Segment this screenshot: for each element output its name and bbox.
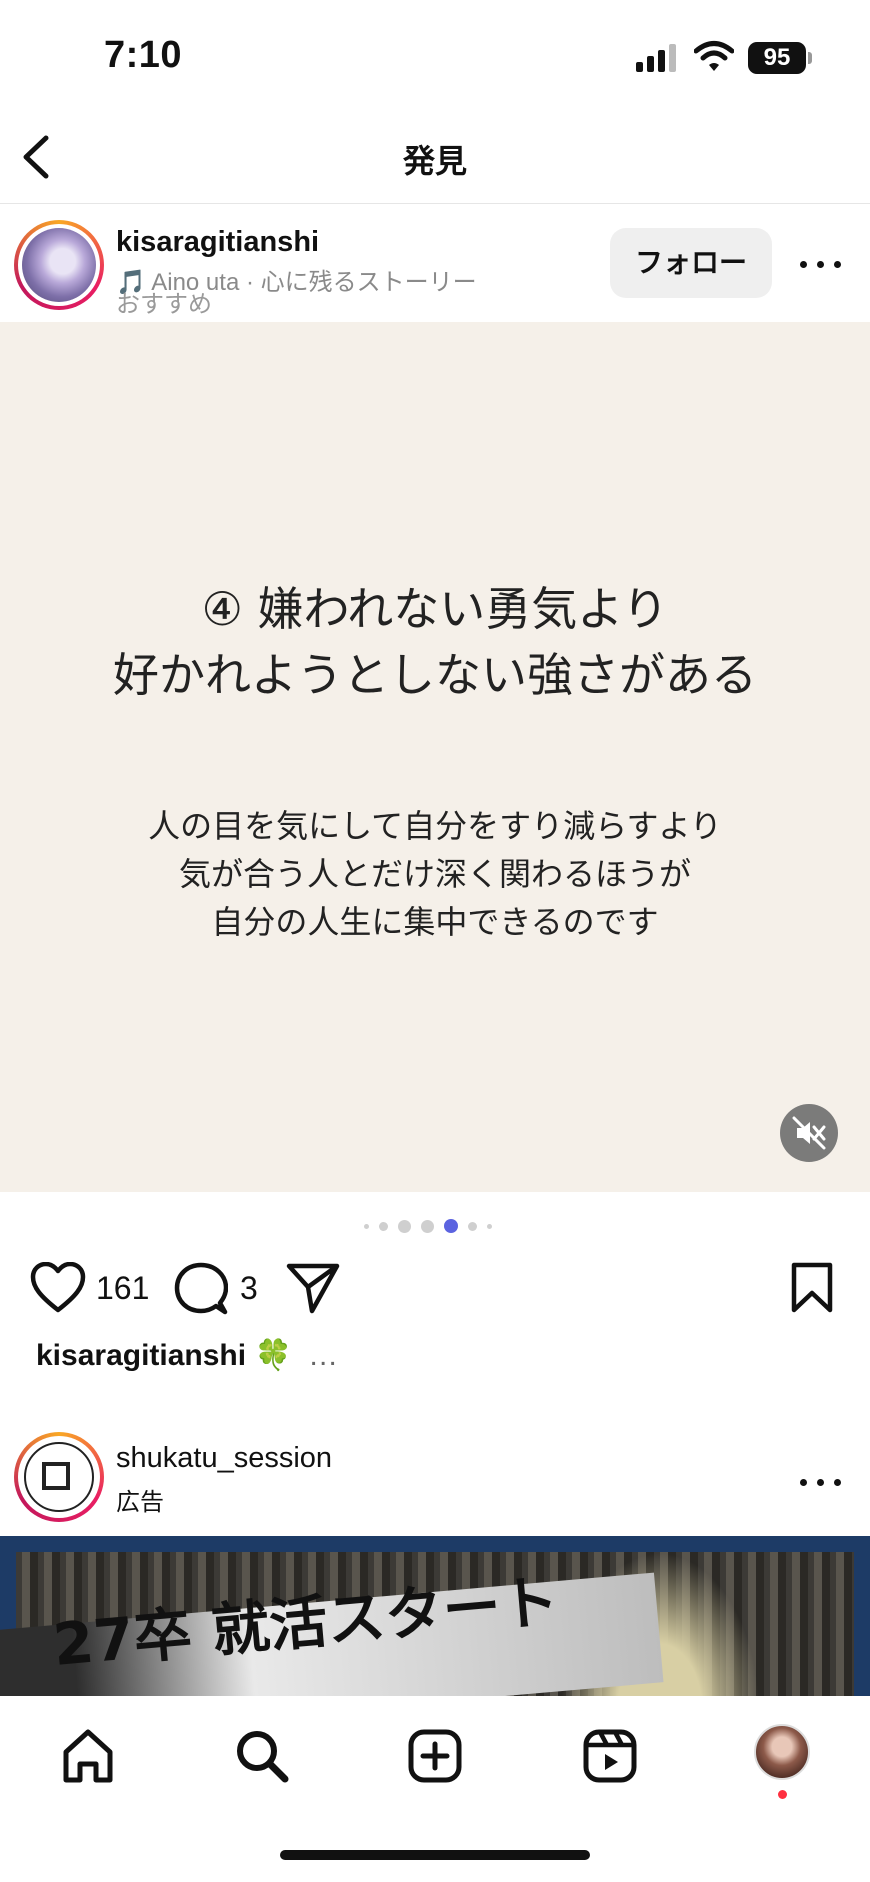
- carousel-dot: [421, 1219, 434, 1233]
- post-subtitle: おすすめ: [116, 291, 212, 318]
- ad-avatar[interactable]: [14, 1432, 104, 1522]
- post-header: kisaragitianshi 🎵 Aino uta · 心に残るストーリー お…: [0, 204, 870, 322]
- follow-button[interactable]: フォロー: [610, 228, 772, 298]
- carousel-dot: [487, 1223, 492, 1229]
- carousel-dot: [398, 1219, 411, 1233]
- battery-level: 95: [748, 42, 806, 74]
- home-indicator: [280, 1850, 590, 1860]
- search-icon[interactable]: [232, 1726, 292, 1786]
- headline-line: ④ 嫌われない勇気より: [201, 582, 669, 636]
- post-actions: 161 3: [0, 1254, 870, 1324]
- caption-username[interactable]: kisaragitianshi: [36, 1339, 246, 1372]
- ad-media[interactable]: 27卒 就活スタート: [0, 1536, 870, 1696]
- ad-post-header: shukatu_session 広告: [0, 1428, 870, 1536]
- wifi-icon: [694, 41, 734, 71]
- post-media-slide[interactable]: ④ 嫌われない勇気より 好かれようとしない強さがある 人の目を気にして自分をすり…: [0, 322, 870, 1192]
- heart-icon[interactable]: [30, 1262, 86, 1314]
- slide-headline: ④ 嫌われない勇気より 好かれようとしない強さがある: [0, 576, 870, 708]
- post-username[interactable]: kisaragitianshi: [116, 226, 319, 259]
- user-avatar[interactable]: [14, 220, 104, 310]
- carousel-indicator: [360, 1218, 510, 1234]
- reels-icon[interactable]: [580, 1726, 640, 1786]
- comment-count[interactable]: 3: [240, 1270, 258, 1307]
- caption-more[interactable]: …: [308, 1339, 338, 1372]
- like-count[interactable]: 161: [96, 1270, 149, 1307]
- slide-body: 人の目を気にして自分をすり減らすより 気が合う人とだけ深く関わるほうが 自分の人…: [0, 802, 870, 946]
- post-caption[interactable]: kisaragitianshi 🍀 …: [36, 1338, 338, 1373]
- carousel-dot: [379, 1221, 388, 1231]
- avatar-image: [22, 228, 96, 302]
- body-line: 気が合う人とだけ深く関わるほうが: [178, 855, 691, 893]
- status-bar: 7:10 95: [0, 0, 870, 110]
- notification-dot: [778, 1790, 787, 1799]
- share-icon[interactable]: [286, 1262, 340, 1314]
- profile-avatar[interactable]: [754, 1724, 810, 1780]
- create-icon[interactable]: [405, 1726, 465, 1786]
- body-line: 自分の人生に集中できるのです: [211, 903, 659, 941]
- comment-icon[interactable]: [174, 1262, 228, 1316]
- mute-button[interactable]: [780, 1104, 838, 1162]
- body-line: 人の目を気にして自分をすり減らすより: [148, 807, 722, 845]
- top-nav-bar: 発見: [0, 110, 870, 204]
- status-time: 7:10: [104, 34, 183, 76]
- clover-icon: 🍀: [254, 1339, 292, 1372]
- sponsored-label: 広告: [116, 1489, 164, 1516]
- carousel-dot: [364, 1223, 369, 1229]
- cellular-signal-icon: [636, 44, 680, 72]
- carousel-dot: [468, 1221, 477, 1231]
- ad-logo: [24, 1442, 94, 1512]
- battery-icon: 95: [748, 42, 812, 74]
- ad-username[interactable]: shukatu_session: [116, 1442, 332, 1475]
- home-icon[interactable]: [58, 1726, 118, 1786]
- page-title: 発見: [402, 143, 467, 179]
- headline-line: 好かれようとしない強さがある: [113, 648, 757, 702]
- more-icon[interactable]: [798, 1470, 844, 1494]
- bookmark-icon[interactable]: [790, 1262, 834, 1314]
- mute-icon: [792, 1116, 826, 1150]
- carousel-dot-active: [444, 1219, 458, 1233]
- more-icon[interactable]: [798, 252, 844, 276]
